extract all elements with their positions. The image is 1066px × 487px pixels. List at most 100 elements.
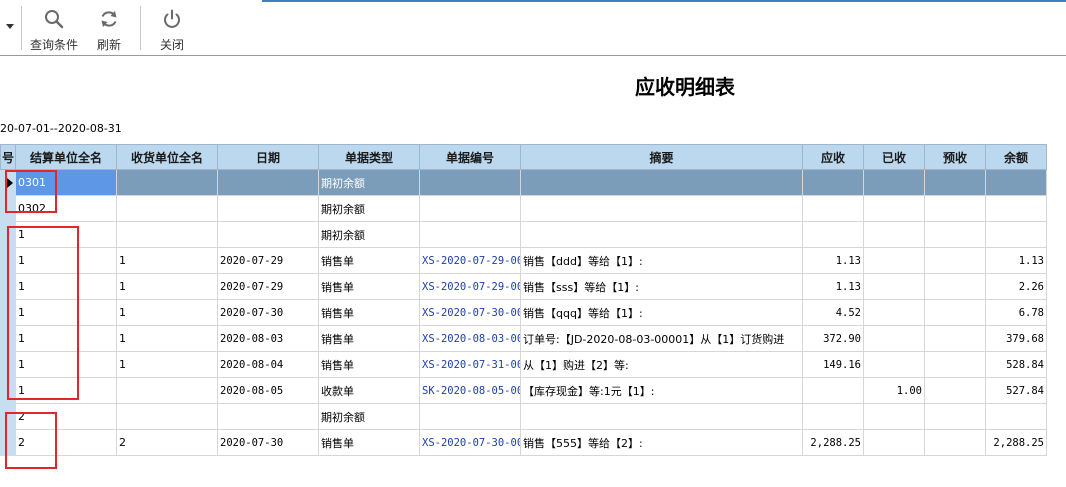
cell-balance[interactable] (985, 221, 1047, 248)
cell-balance[interactable]: 1.13 (985, 247, 1047, 274)
query-conditions-button[interactable]: 查询条件 (27, 8, 81, 54)
cell-date[interactable]: 2020-07-30 (217, 299, 319, 326)
cell-receivable[interactable]: 2,288.25 (802, 429, 864, 456)
table-row[interactable]: 1 1 2020-08-04 销售单 XS-2020-07-31-000 从【1… (0, 351, 1047, 378)
cell-receivable[interactable] (802, 403, 864, 430)
cell-doc-type[interactable]: 收款单 (318, 377, 420, 404)
column-header-date[interactable]: 日期 (217, 144, 319, 170)
cell-settle-unit[interactable]: 2 (15, 429, 117, 456)
table-row[interactable]: 0301 期初余额 (0, 169, 1047, 196)
cell-doc-type[interactable]: 销售单 (318, 273, 420, 300)
cell-receive-unit[interactable]: 1 (116, 273, 218, 300)
cell-date[interactable]: 2020-08-05 (217, 377, 319, 404)
row-indicator[interactable] (0, 247, 16, 274)
cell-summary[interactable] (520, 169, 803, 196)
cell-prepaid[interactable] (924, 325, 986, 352)
cell-balance[interactable]: 6.78 (985, 299, 1047, 326)
column-header-receive-unit[interactable]: 收货单位全名 (116, 144, 218, 170)
cell-balance[interactable]: 2,288.25 (985, 429, 1047, 456)
cell-prepaid[interactable] (924, 273, 986, 300)
cell-received[interactable] (863, 299, 925, 326)
column-header-receivable[interactable]: 应收 (802, 144, 864, 170)
table-row[interactable]: 0302 期初余额 (0, 195, 1047, 222)
cell-prepaid[interactable] (924, 247, 986, 274)
cell-received[interactable] (863, 273, 925, 300)
cell-received[interactable] (863, 403, 925, 430)
cell-receivable[interactable]: 372.90 (802, 325, 864, 352)
row-indicator[interactable] (0, 195, 16, 222)
cell-receivable[interactable]: 1.13 (802, 273, 864, 300)
cell-balance[interactable]: 379.68 (985, 325, 1047, 352)
cell-balance[interactable] (985, 169, 1047, 196)
cell-prepaid[interactable] (924, 169, 986, 196)
table-row[interactable]: 1 2020-08-05 收款单 SK-2020-08-05-000 【库存现金… (0, 377, 1047, 404)
column-header-prepaid[interactable]: 预收 (924, 144, 986, 170)
cell-date[interactable] (217, 195, 319, 222)
table-row[interactable]: 1 1 2020-08-03 销售单 XS-2020-08-03-000 订单号… (0, 325, 1047, 352)
column-header-received[interactable]: 已收 (863, 144, 925, 170)
row-indicator[interactable] (0, 325, 16, 352)
cell-receivable[interactable]: 1.13 (802, 247, 864, 274)
cell-receivable[interactable]: 4.52 (802, 299, 864, 326)
column-header-index[interactable]: 号 (0, 144, 16, 170)
cell-doc-type[interactable]: 销售单 (318, 247, 420, 274)
cell-date[interactable] (217, 221, 319, 248)
cell-doc-type[interactable]: 销售单 (318, 325, 420, 352)
cell-doc-type[interactable]: 销售单 (318, 351, 420, 378)
table-row[interactable]: 1 1 2020-07-30 销售单 XS-2020-07-30-000 销售【… (0, 299, 1047, 326)
cell-summary[interactable]: 【库存现金】等:1元【1】: (520, 377, 803, 404)
cell-summary[interactable] (520, 403, 803, 430)
table-row[interactable]: 2 2 2020-07-30 销售单 XS-2020-07-30-000 销售【… (0, 429, 1047, 456)
cell-settle-unit[interactable]: 1 (15, 351, 117, 378)
cell-received[interactable] (863, 247, 925, 274)
cell-balance[interactable]: 2.26 (985, 273, 1047, 300)
cell-receivable[interactable] (802, 169, 864, 196)
cell-receive-unit[interactable] (116, 169, 218, 196)
cell-receive-unit[interactable]: 1 (116, 299, 218, 326)
cell-date[interactable]: 2020-07-29 (217, 273, 319, 300)
cell-doc-number[interactable] (419, 221, 521, 248)
cell-receive-unit[interactable] (116, 377, 218, 404)
row-indicator[interactable] (0, 273, 16, 300)
refresh-button[interactable]: 刷新 (92, 8, 126, 54)
cell-settle-unit[interactable]: 1 (15, 299, 117, 326)
cell-doc-number[interactable]: XS-2020-07-30-000 (419, 299, 521, 326)
cell-balance[interactable] (985, 403, 1047, 430)
cell-doc-type[interactable]: 销售单 (318, 429, 420, 456)
cell-date[interactable]: 2020-08-03 (217, 325, 319, 352)
cell-summary[interactable]: 订单号:【JD-2020-08-03-00001】从【1】订货购进 (520, 325, 803, 352)
cell-doc-number[interactable]: XS-2020-07-29-000 (419, 247, 521, 274)
cell-prepaid[interactable] (924, 377, 986, 404)
cell-date[interactable]: 2020-07-29 (217, 247, 319, 274)
cell-date[interactable] (217, 403, 319, 430)
cell-doc-number[interactable] (419, 169, 521, 196)
cell-receivable[interactable] (802, 195, 864, 222)
cell-settle-unit[interactable]: 0301 (15, 169, 117, 196)
cell-receive-unit[interactable] (116, 195, 218, 222)
dropdown-arrow-icon[interactable] (6, 24, 14, 29)
cell-settle-unit[interactable]: 0302 (15, 195, 117, 222)
cell-doc-type[interactable]: 销售单 (318, 299, 420, 326)
cell-doc-type[interactable]: 期初余额 (318, 221, 420, 248)
cell-received[interactable]: 1.00 (863, 377, 925, 404)
cell-doc-number[interactable]: SK-2020-08-05-000 (419, 377, 521, 404)
cell-doc-number[interactable] (419, 403, 521, 430)
cell-prepaid[interactable] (924, 221, 986, 248)
cell-settle-unit[interactable]: 1 (15, 325, 117, 352)
cell-balance[interactable]: 528.84 (985, 351, 1047, 378)
row-indicator[interactable] (0, 299, 16, 326)
column-header-settle-unit[interactable]: 结算单位全名 (15, 144, 117, 170)
cell-doc-number[interactable]: XS-2020-08-03-000 (419, 325, 521, 352)
table-row[interactable]: 1 期初余额 (0, 221, 1047, 248)
cell-prepaid[interactable] (924, 429, 986, 456)
cell-received[interactable] (863, 195, 925, 222)
cell-settle-unit[interactable]: 1 (15, 273, 117, 300)
table-row[interactable]: 1 1 2020-07-29 销售单 XS-2020-07-29-000 销售【… (0, 247, 1047, 274)
cell-doc-type[interactable]: 期初余额 (318, 169, 420, 196)
cell-settle-unit[interactable]: 1 (15, 377, 117, 404)
row-indicator[interactable] (0, 169, 16, 196)
cell-receive-unit[interactable]: 2 (116, 429, 218, 456)
table-row[interactable]: 2 期初余额 (0, 403, 1047, 430)
cell-receive-unit[interactable] (116, 403, 218, 430)
cell-summary[interactable] (520, 195, 803, 222)
